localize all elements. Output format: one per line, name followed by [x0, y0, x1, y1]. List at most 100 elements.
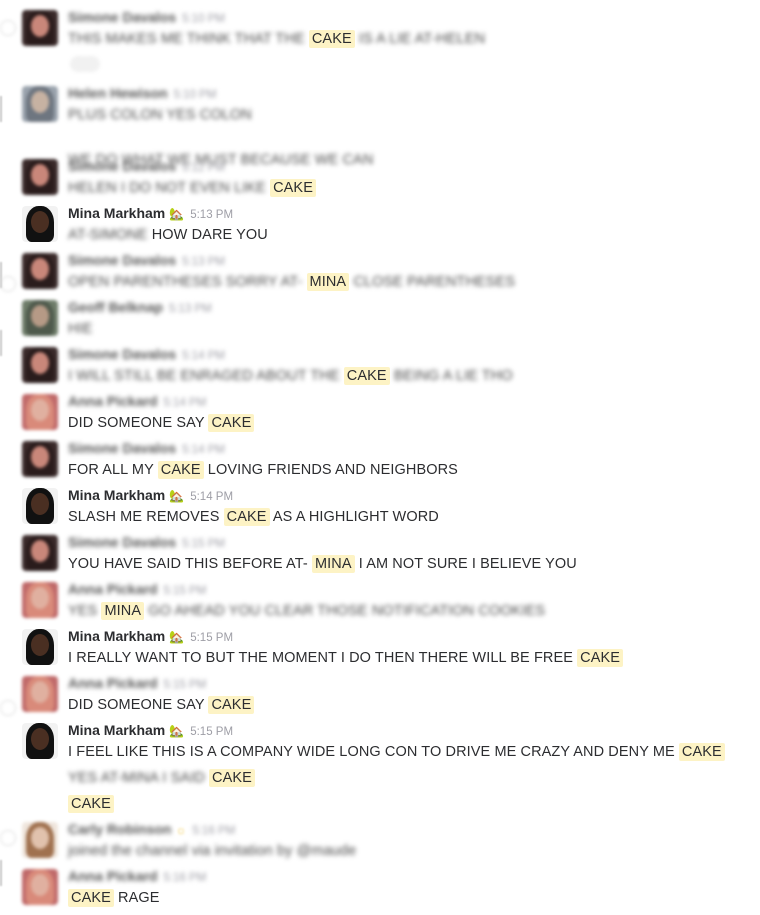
timestamp[interactable]: 5:14 PM [190, 491, 233, 503]
avatar-face [31, 446, 49, 468]
avatar[interactable] [22, 582, 58, 618]
timestamp[interactable]: 5:12 PM [182, 162, 225, 174]
highlight-word: CAKE [270, 179, 316, 197]
text-segment: LOVING FRIENDS AND NEIGHBORS [207, 462, 458, 478]
avatar[interactable] [22, 723, 58, 759]
timestamp[interactable]: 5:14 PM [182, 350, 225, 362]
timestamp[interactable]: 5:16 PM [163, 872, 206, 884]
blurred-text: I WILL STILL BE ENRAGED ABOUT THE [68, 368, 340, 384]
scroll-edge-mark [0, 860, 2, 886]
timestamp[interactable]: 5:15 PM [190, 632, 233, 644]
timestamp[interactable]: 5:15 PM [163, 679, 206, 691]
text-segment: RAGE [118, 890, 160, 906]
highlight-word: CAKE [68, 795, 114, 813]
message-header: Anna Pickard 5:15 PM [68, 674, 206, 694]
message-text: PLUS COLON YES COLON [68, 105, 750, 125]
username[interactable]: Simone Davalos [68, 534, 176, 550]
message-text: I REALLY WANT TO BUT THE MOMENT I DO THE… [68, 648, 750, 668]
username[interactable]: Anna Pickard [68, 393, 157, 409]
username[interactable]: Simone Davalos [68, 9, 176, 25]
text-segment: AS A HIGHLIGHT WORD [272, 509, 439, 525]
avatar-face [31, 587, 49, 609]
message-text: THIS MAKES ME THINK THAT THE CAKE IS A L… [68, 29, 750, 49]
avatar[interactable] [22, 535, 58, 571]
username[interactable]: Simone Davalos [68, 440, 176, 456]
timestamp[interactable]: 5:13 PM [169, 303, 212, 315]
blurred-text: AT-SIMONE [68, 227, 148, 243]
edge-circle [0, 20, 16, 36]
blurred-text: HELEN I DO NOT EVEN LIKE [68, 180, 266, 196]
timestamp[interactable]: 5:15 PM [163, 585, 206, 597]
avatar-face [31, 258, 49, 280]
username[interactable]: Anna Pickard [68, 868, 157, 884]
highlight-word: MINA [311, 555, 355, 573]
message-text: CAKE RAGE [68, 888, 750, 908]
avatar[interactable] [22, 300, 58, 336]
avatar[interactable] [22, 869, 58, 905]
username[interactable]: Anna Pickard [68, 675, 157, 691]
timestamp[interactable]: 5:10 PM [182, 13, 225, 25]
avatar[interactable] [22, 347, 58, 383]
message-text: I WILL STILL BE ENRAGED ABOUT THE CAKE B… [68, 366, 750, 386]
username[interactable]: Mina Markham [68, 487, 165, 503]
avatar[interactable] [22, 441, 58, 477]
username[interactable]: Simone Davalos [68, 252, 176, 268]
highlight-word: CAKE [577, 649, 624, 667]
timestamp[interactable]: 5:15 PM [182, 538, 225, 550]
blurred-text: OPEN PARENTHESES SORRY AT- [68, 274, 303, 290]
timestamp[interactable]: 5:13 PM [190, 209, 233, 221]
text-segment: DID SOMEONE SAY [68, 697, 205, 713]
timestamp[interactable]: 5:14 PM [163, 397, 206, 409]
username[interactable]: Geoff Belknap [68, 299, 163, 315]
message-header: Simone Davalos 5:12 PM [68, 157, 225, 177]
blurred-text: CLOSE PARENTHESES [353, 274, 516, 290]
avatar[interactable] [22, 10, 58, 46]
message-header: Geoff Belknap 5:13 PM [68, 298, 212, 318]
username[interactable]: Mina Markham [68, 205, 165, 221]
username[interactable]: Mina Markham [68, 628, 165, 644]
lock-reaction[interactable] [70, 56, 100, 72]
timestamp[interactable]: 5:10 PM [174, 89, 217, 101]
username[interactable]: Simone Davalos [68, 158, 176, 174]
avatar[interactable] [22, 394, 58, 430]
avatar-face [31, 728, 49, 750]
message-header: Helen Hewison 5:10 PM [68, 84, 216, 104]
message-header: Simone Davalos 5:10 PM [68, 8, 225, 28]
timestamp[interactable]: 5:15 PM [190, 726, 233, 738]
avatar-face [31, 352, 49, 374]
message-text: HELEN I DO NOT EVEN LIKE CAKE [68, 178, 750, 198]
avatar[interactable] [22, 629, 58, 665]
message-feed: Simone Davalos 5:10 PM THIS MAKES ME THINK… [0, 0, 760, 915]
avatar[interactable] [22, 822, 58, 858]
username[interactable]: Mina Markham [68, 722, 165, 738]
avatar-face [31, 305, 49, 327]
avatar[interactable] [22, 676, 58, 712]
blurred-text: IS A LIE AT-HELEN [358, 31, 486, 47]
avatar[interactable] [22, 159, 58, 195]
timestamp[interactable]: 5:14 PM [182, 444, 225, 456]
avatar[interactable] [22, 206, 58, 242]
message-header: Simone Davalos 5:15 PM [68, 533, 225, 553]
username[interactable]: Carly Robinson [68, 821, 171, 837]
message-header: Simone Davalos 5:14 PM [68, 345, 225, 365]
text-segment: I FEEL LIKE THIS IS A COMPANY WIDE LONG … [68, 744, 675, 760]
message-text: joined the channel via invitation by @ma… [68, 841, 750, 861]
username[interactable]: Simone Davalos [68, 346, 176, 362]
message-text: CAKE [68, 794, 750, 814]
timestamp[interactable]: 5:16 PM [192, 825, 235, 837]
username[interactable]: Helen Hewison [68, 85, 168, 101]
avatar[interactable] [22, 86, 58, 122]
highlight-word: CAKE [678, 743, 725, 761]
message-header: Mina Markham 🏡 5:15 PM [68, 627, 233, 647]
avatar-face [31, 399, 49, 421]
timestamp[interactable]: 5:13 PM [182, 256, 225, 268]
avatar-face [31, 634, 49, 656]
highlight-word: CAKE [209, 769, 255, 787]
blurred-text: joined the channel via invitation by @ma… [68, 843, 357, 859]
avatar[interactable] [22, 253, 58, 289]
username[interactable]: Anna Pickard [68, 581, 157, 597]
house-status-icon: 🏡 [169, 724, 185, 738]
avatar-face [31, 540, 49, 562]
highlight-word: MINA [306, 273, 350, 291]
avatar[interactable] [22, 488, 58, 524]
